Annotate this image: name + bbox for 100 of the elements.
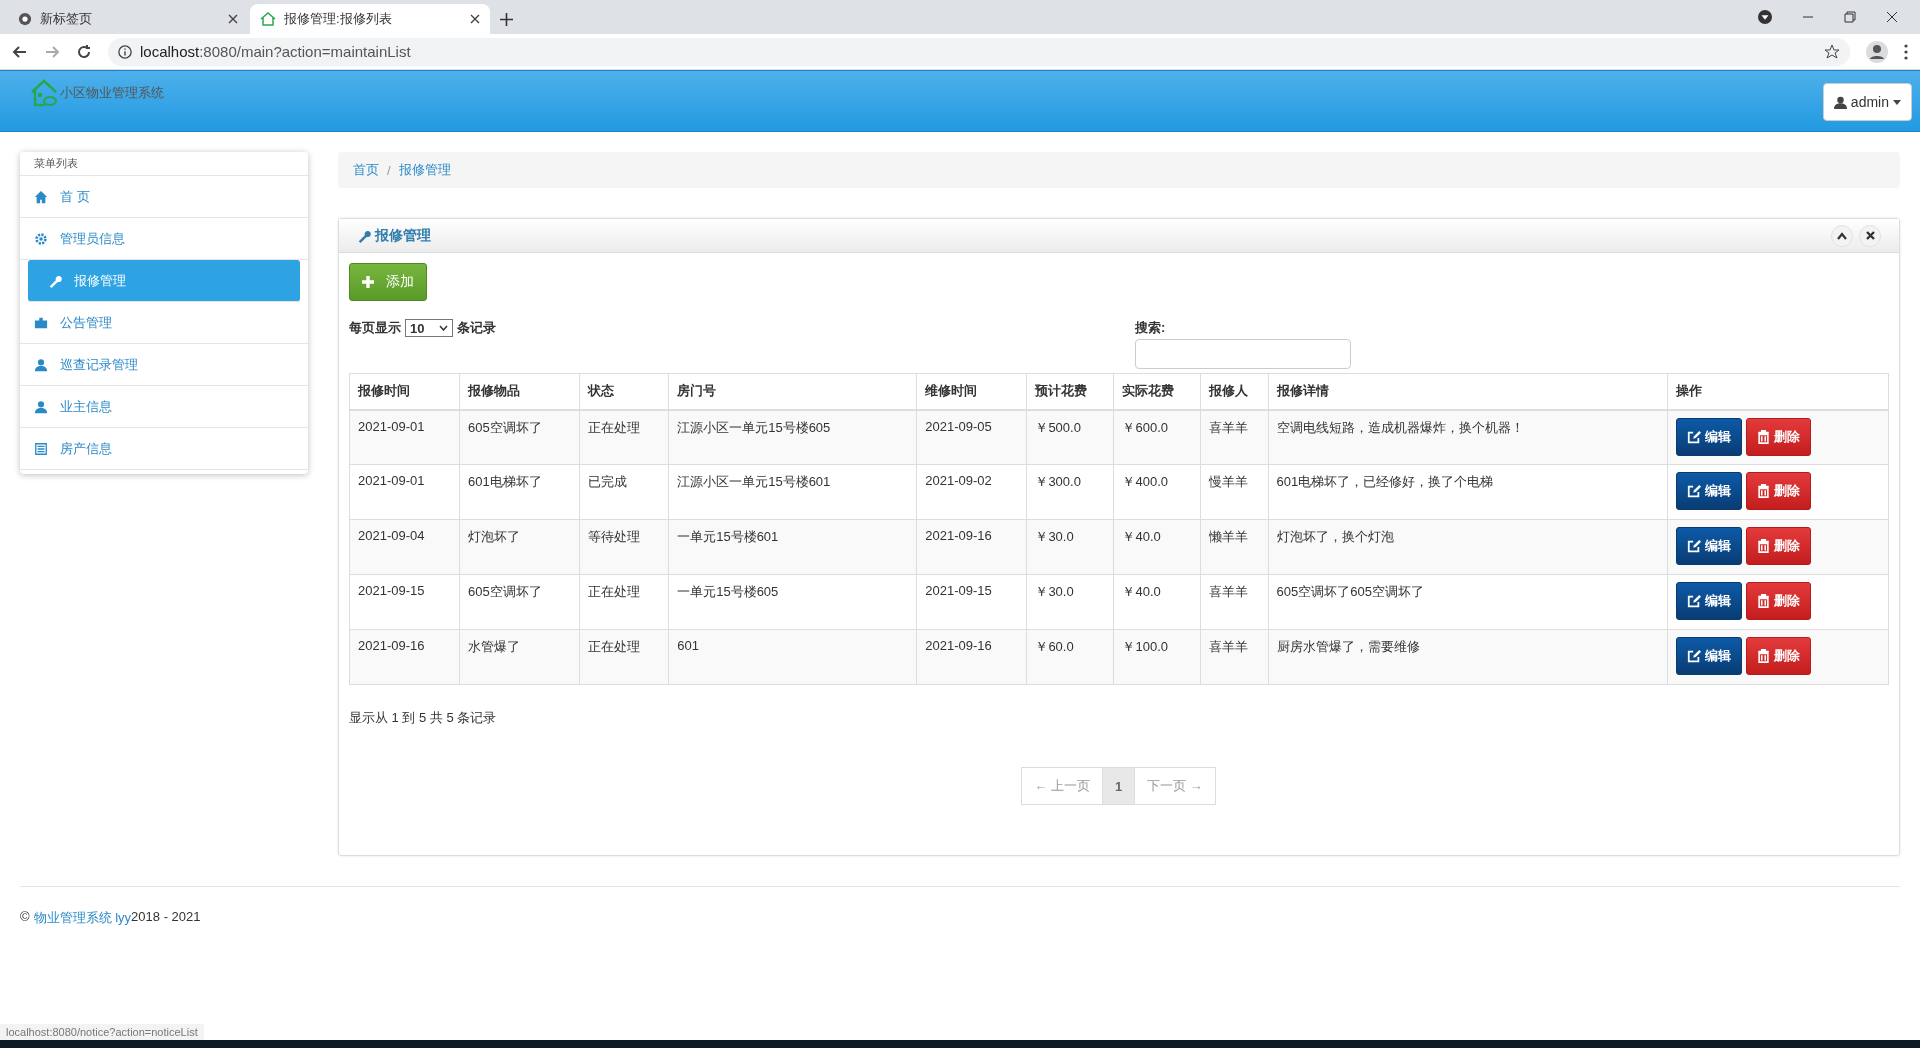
edit-icon	[1686, 429, 1701, 444]
edit-button[interactable]: 编辑	[1675, 417, 1742, 456]
delete-button[interactable]: 删除	[1745, 582, 1811, 620]
sidebar-item[interactable]: 报修管理	[28, 260, 300, 302]
dropdown-icon[interactable]	[1758, 10, 1772, 24]
breadcrumb-link[interactable]: 首页	[353, 161, 379, 179]
back-arrow-icon[interactable]	[12, 43, 28, 60]
star-icon[interactable]	[1824, 43, 1840, 60]
table-cell: 2021-09-01	[349, 409, 460, 465]
column-header: 状态	[579, 373, 669, 410]
user-menu-button[interactable]: admin	[1822, 83, 1912, 121]
edit-button[interactable]: 编辑	[1675, 527, 1742, 565]
list-icon	[34, 441, 48, 456]
browser-tab[interactable]: 报修管理:报修列表	[250, 4, 490, 34]
table-cell: 厨房水管爆了，需要维修	[1268, 629, 1668, 685]
edit-button[interactable]: 编辑	[1675, 637, 1742, 675]
delete-button[interactable]: 删除	[1745, 637, 1811, 675]
table-cell: ￥30.0	[1026, 519, 1114, 575]
table-cell: 2021-09-16	[916, 519, 1027, 575]
plus-icon	[362, 276, 374, 288]
table-cell: 江源小区一单元15号楼601	[668, 464, 917, 520]
column-header: 实际花费	[1113, 373, 1201, 410]
table-cell: 灯泡坏了，换个灯泡	[1268, 519, 1668, 575]
table-cell: 605空调坏了605空调坏了	[1268, 574, 1668, 630]
plus-icon[interactable]	[499, 12, 513, 26]
footer-years: 2018 - 2021	[131, 909, 201, 924]
collapse-button[interactable]	[1831, 224, 1853, 247]
edit-icon	[1686, 484, 1701, 498]
delete-button[interactable]: 删除	[1745, 527, 1811, 565]
close-icon	[1865, 231, 1875, 240]
pagination-link[interactable]: 1	[1101, 767, 1136, 805]
delete-button[interactable]: 删除	[1745, 417, 1811, 456]
table-cell: 空调电线短路，造成机器爆炸，换个机器！	[1268, 409, 1668, 465]
table-cell: 正在处理	[579, 629, 669, 685]
column-header: 预计花费	[1026, 373, 1114, 410]
table-cell: 正在处理	[579, 409, 669, 465]
sidebar-item[interactable]: 巡查记录管理	[20, 344, 308, 386]
delete-button[interactable]: 删除	[1745, 472, 1811, 510]
search-label: 搜索:	[1135, 319, 1167, 337]
table-cell: ￥600.0	[1113, 409, 1201, 465]
search-field[interactable]	[1135, 339, 1351, 369]
close-icon[interactable]	[470, 14, 480, 24]
user-icon	[34, 357, 48, 372]
footer-link[interactable]: 物业管理系统 lyy	[33, 909, 132, 927]
add-button[interactable]: 添加	[349, 263, 427, 301]
edit-icon	[1686, 594, 1701, 608]
sidebar-item[interactable]: 首 页	[20, 176, 308, 218]
profile-icon[interactable]	[1866, 40, 1888, 63]
table-cell: 601电梯坏了	[459, 464, 580, 520]
table-cell: ￥100.0	[1113, 629, 1201, 685]
trash-icon	[1756, 594, 1770, 608]
table-cell: 601	[668, 629, 917, 685]
table-cell: 2021-09-15	[349, 574, 460, 630]
table-cell: 喜羊羊	[1201, 629, 1268, 685]
table-cell: ￥40.0	[1113, 574, 1201, 630]
user-icon	[34, 399, 48, 414]
table-cell: 2021-09-05	[916, 409, 1027, 465]
restore-icon[interactable]	[1844, 11, 1856, 23]
edit-button[interactable]: 编辑	[1675, 472, 1742, 510]
chevron-up-icon	[1837, 231, 1847, 240]
close-icon[interactable]	[1886, 11, 1898, 23]
edit-button[interactable]: 编辑	[1675, 582, 1742, 620]
close-icon[interactable]	[228, 14, 238, 24]
breadcrumb-link[interactable]: 报修管理	[398, 161, 451, 179]
reload-icon[interactable]	[76, 43, 92, 60]
home-icon	[34, 189, 48, 204]
table-cell: 一单元15号楼601	[668, 519, 917, 575]
column-header: 房门号	[668, 373, 917, 410]
sidebar-item[interactable]: 管理员信息	[20, 218, 308, 260]
sidebar-item[interactable]: 房产信息	[20, 428, 308, 470]
copyright-sign: ©	[20, 909, 30, 926]
trash-icon	[1756, 539, 1770, 553]
sidebar-item[interactable]: 公告管理	[20, 302, 308, 344]
table-cell: 2021-09-16	[349, 629, 460, 685]
globe-icon	[18, 12, 32, 26]
house-logo-icon	[30, 79, 58, 107]
trash-icon	[1756, 484, 1770, 498]
table-cell: ￥500.0	[1026, 409, 1114, 465]
table-cell: 2021-09-01	[349, 464, 460, 520]
address-bar[interactable]: localhost:8080/main?action=maintainList	[108, 37, 1850, 66]
caret-icon	[1893, 99, 1901, 105]
page-size-select[interactable]: 10	[405, 319, 453, 337]
tab-title: 报修管理:报修列表	[284, 10, 393, 28]
column-header: 报修物品	[459, 373, 580, 410]
table-cell: 正在处理	[579, 574, 669, 630]
wrench-icon	[357, 228, 371, 243]
table-cell: 2021-09-15	[916, 574, 1027, 630]
browser-tab[interactable]: 新标签页	[8, 4, 248, 34]
table-cell: ￥30.0	[1026, 574, 1114, 630]
chevron-down-icon	[439, 325, 448, 331]
menu-icon[interactable]	[1904, 43, 1908, 60]
table-cell: 一单元15号楼605	[668, 574, 917, 630]
panel-title: 报修管理	[375, 226, 431, 245]
wrench-icon	[48, 273, 62, 288]
table-cell: 2021-09-16	[916, 629, 1027, 685]
sidebar-item[interactable]: 业主信息	[20, 386, 308, 428]
url-text: localhost:8080/main?action=maintainList	[140, 43, 411, 60]
column-header: 操作	[1667, 373, 1889, 410]
table-cell: 灯泡坏了	[459, 519, 580, 575]
close-button[interactable]	[1859, 224, 1881, 247]
